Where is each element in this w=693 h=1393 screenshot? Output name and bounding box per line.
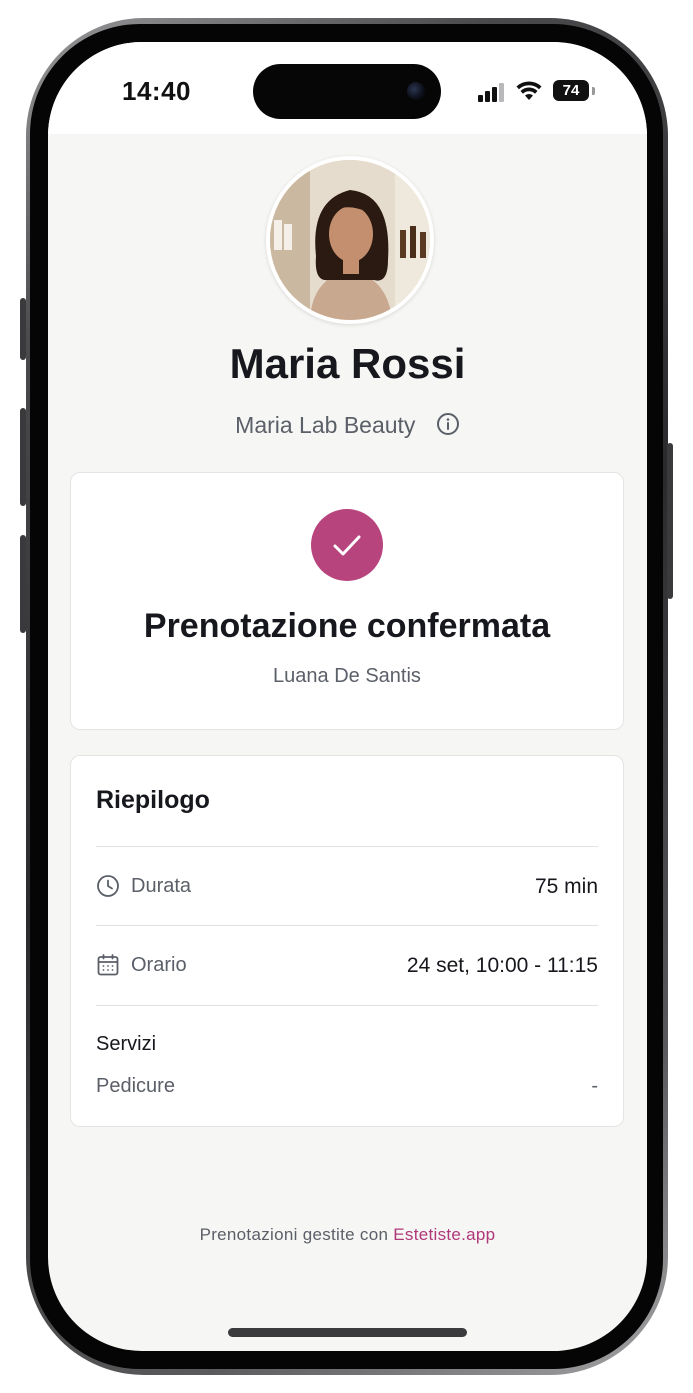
dynamic-island: [253, 64, 441, 119]
time-label: Orario: [131, 954, 187, 976]
mute-switch: [20, 298, 26, 360]
home-indicator[interactable]: [228, 1328, 467, 1337]
wifi-icon: [516, 81, 542, 100]
confirmation-card: Prenotazione confermata Luana De Santis: [70, 472, 624, 730]
provider-name: Maria Rossi: [229, 340, 466, 387]
duration-label: Durata: [131, 875, 192, 897]
front-camera: [407, 82, 425, 100]
divider: [96, 846, 598, 847]
brand-link[interactable]: Estetiste.app: [393, 1225, 495, 1244]
divider: [96, 925, 598, 926]
calendar-icon: [97, 954, 119, 976]
duration-value: 75 min: [534, 875, 598, 898]
clock-icon: [97, 875, 119, 897]
volume-up-button: [20, 408, 26, 506]
avatar: [266, 156, 434, 324]
divider: [96, 1005, 598, 1006]
customer-name: Luana De Santis: [273, 665, 421, 687]
status-bar: 14:40 74: [48, 42, 647, 134]
business-name: Maria Lab Beauty: [235, 412, 416, 438]
signal-icon: [478, 80, 508, 102]
screen: 14:40 74 Maria Rossi Maria Lab Beauty Pr…: [48, 42, 647, 1351]
power-button: [667, 443, 673, 599]
battery-cap: [592, 87, 595, 95]
volume-down-button: [20, 535, 26, 633]
confirmation-title: Prenotazione confermata: [143, 607, 551, 645]
footer: Prenotazioni gestite con Estetiste.app: [48, 1225, 647, 1245]
service-name: Pedicure: [96, 1075, 175, 1097]
check-icon: [333, 535, 361, 556]
business-row: Maria Lab Beauty: [48, 412, 647, 439]
services-title: Servizi: [96, 1033, 157, 1055]
summary-title: Riepilogo: [96, 786, 210, 814]
time-value: 24 set, 10:00 - 11:15: [406, 954, 598, 977]
service-price: -: [591, 1075, 598, 1097]
avatar-photo: [270, 160, 430, 320]
status-time: 14:40: [122, 76, 191, 106]
battery-icon: 74: [553, 80, 589, 101]
check-circle: [311, 509, 383, 581]
info-icon[interactable]: [436, 412, 460, 436]
footer-text: Prenotazioni gestite con: [199, 1225, 389, 1244]
summary-card: Riepilogo Durata 75 min Orario 24 set, 1…: [70, 755, 624, 1127]
